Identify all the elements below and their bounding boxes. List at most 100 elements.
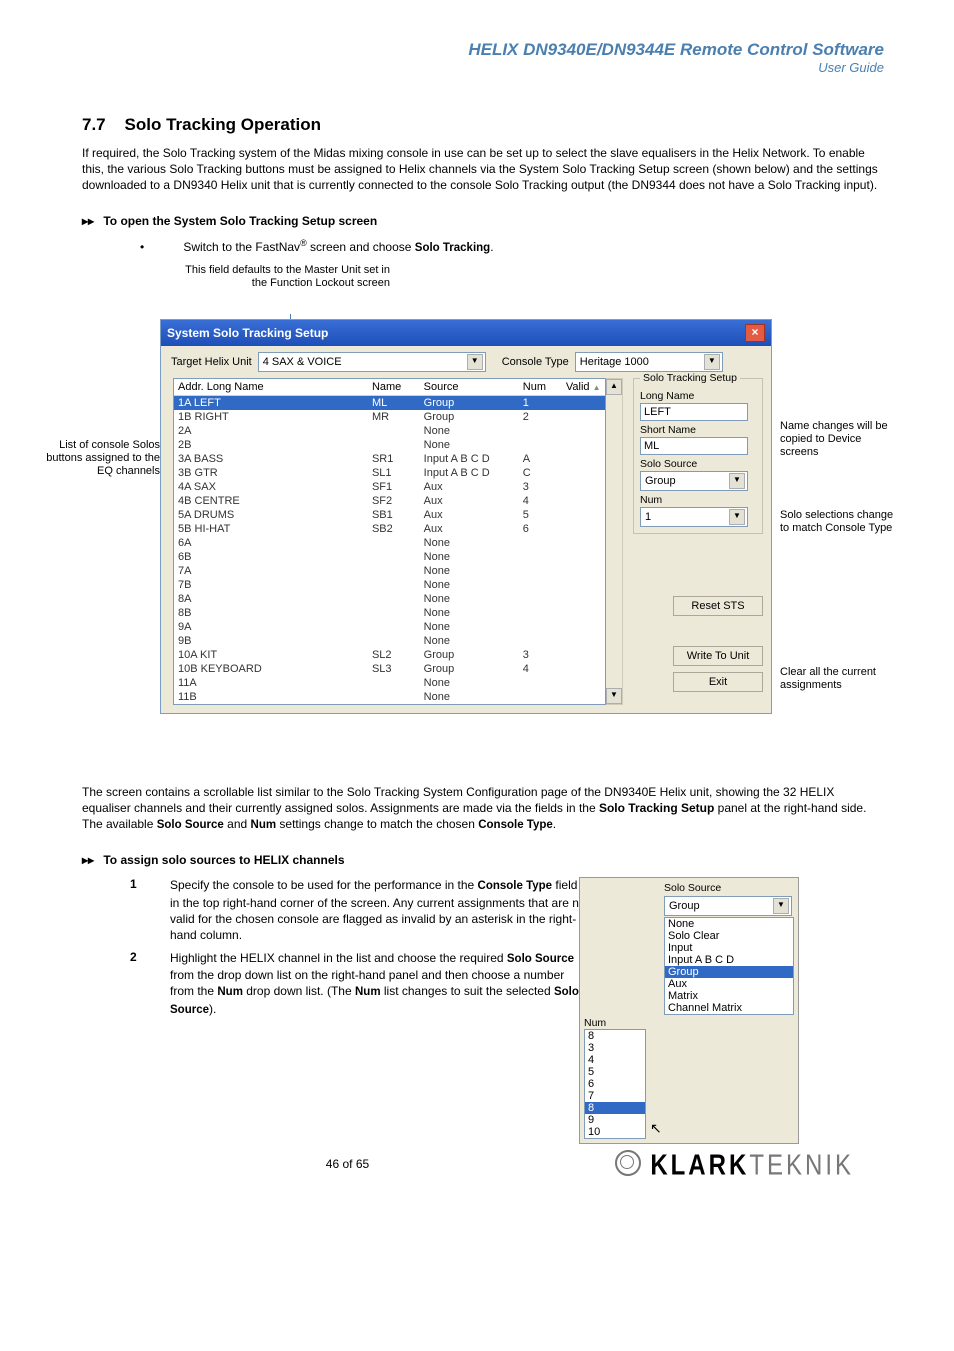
table-row[interactable]: 7BNone (174, 578, 605, 592)
callout-left: List of console Solos buttons assigned t… (40, 439, 160, 479)
table-cell: 2 (519, 410, 562, 424)
solo-source-dropdown[interactable]: Group▼ (640, 471, 748, 491)
list-item[interactable]: 6 (585, 1078, 645, 1090)
col-name[interactable]: Name (368, 379, 420, 396)
inset-ss-options[interactable]: NoneSolo ClearInputInput A B C DGroupAux… (664, 917, 794, 1015)
table-row[interactable]: 7ANone (174, 564, 605, 578)
table-cell: SB2 (368, 522, 420, 536)
table-cell (562, 648, 605, 662)
target-unit-dropdown[interactable]: 4 SAX & VOICE ▼ (258, 352, 486, 372)
table-cell (368, 438, 420, 452)
table-row[interactable]: 1B RIGHTMRGroup2 (174, 410, 605, 424)
dropdown-option[interactable]: Group (665, 966, 793, 978)
close-icon[interactable]: × (745, 324, 765, 342)
long-name-field[interactable]: LEFT (640, 403, 748, 421)
section-title: Solo Tracking Operation (125, 115, 321, 134)
inset-ss-dropdown[interactable]: Group▼ (664, 896, 792, 916)
dropdown-option[interactable]: Solo Clear (665, 930, 793, 942)
table-row[interactable]: 4B CENTRESF2Aux4 (174, 494, 605, 508)
dropdown-option[interactable]: Matrix (665, 990, 793, 1002)
dropdown-option[interactable]: Channel Matrix (665, 1002, 793, 1014)
table-cell (519, 424, 562, 438)
dropdown-option[interactable]: Input (665, 942, 793, 954)
scroll-up-icon[interactable]: ▲ (606, 379, 622, 395)
table-cell: 10A KIT (174, 648, 368, 662)
step-number: 1 (130, 877, 170, 943)
dropdown-option[interactable]: Aux (665, 978, 793, 990)
table-row[interactable]: 6BNone (174, 550, 605, 564)
target-unit-label: Target Helix Unit (171, 356, 252, 368)
table-cell (519, 550, 562, 564)
list-item[interactable]: 10 (585, 1126, 645, 1138)
table-cell: Group (420, 648, 519, 662)
list-item[interactable]: 8 (585, 1102, 645, 1114)
table-row[interactable]: 9ANone (174, 620, 605, 634)
arrow-icon: ▸▸ (82, 853, 100, 867)
solo-source-label: Solo Source (640, 458, 756, 470)
channel-grid[interactable]: Addr. Long Name Name Source Num Valid ▲ … (173, 378, 606, 705)
table-row[interactable]: 3B GTRSL1Input A B C DC (174, 466, 605, 480)
table-row[interactable]: 6A None (174, 536, 605, 550)
table-row[interactable]: 10A KITSL2Group3 (174, 648, 605, 662)
num-dropdown[interactable]: 1▼ (640, 507, 748, 527)
table-cell: 9A (174, 620, 368, 634)
console-type-dropdown[interactable]: Heritage 1000 ▼ (575, 352, 723, 372)
bullet-icon: • (140, 240, 180, 254)
table-row[interactable]: 10B KEYBOARDSL3Group4 (174, 662, 605, 676)
list-item[interactable]: 5 (585, 1066, 645, 1078)
long-name-label: Long Name (640, 390, 756, 402)
table-row[interactable]: 4A SAXSF1Aux3 (174, 480, 605, 494)
sort-up-icon: ▲ (593, 383, 601, 392)
table-cell: ML (368, 395, 420, 410)
table-row[interactable]: 8BNone (174, 606, 605, 620)
inset-num-list[interactable]: 8345678910 (584, 1029, 646, 1139)
list-item[interactable]: 4 (585, 1054, 645, 1066)
table-cell (519, 592, 562, 606)
dropdown-option[interactable]: None (665, 918, 793, 930)
table-row[interactable]: 3A BASSSR1Input A B C DA (174, 452, 605, 466)
table-row[interactable]: 9BNone (174, 634, 605, 648)
short-name-field[interactable]: ML (640, 437, 748, 455)
step-number: 2 (130, 950, 170, 1019)
exit-button[interactable]: Exit (673, 672, 763, 692)
scroll-down-icon[interactable]: ▼ (606, 688, 622, 704)
table-row[interactable]: 5A DRUMSSB1Aux5 (174, 508, 605, 522)
list-item[interactable]: 8 (585, 1030, 645, 1042)
write-to-unit-button[interactable]: Write To Unit (673, 646, 763, 666)
list-item[interactable]: 3 (585, 1042, 645, 1054)
col-addr[interactable]: Addr. Long Name (174, 379, 368, 396)
table-cell (368, 606, 420, 620)
list-item[interactable]: 7 (585, 1090, 645, 1102)
table-row[interactable]: 2ANone (174, 424, 605, 438)
table-cell: 8A (174, 592, 368, 606)
scrollbar[interactable]: ▲ ▼ (606, 378, 623, 705)
table-row[interactable]: 11ANone (174, 676, 605, 690)
table-cell: 5A DRUMS (174, 508, 368, 522)
col-num[interactable]: Num (519, 379, 562, 396)
table-cell: SL3 (368, 662, 420, 676)
table-cell (368, 676, 420, 690)
reset-sts-button[interactable]: Reset STS (673, 596, 763, 616)
dropdown-option[interactable]: Input A B C D (665, 954, 793, 966)
table-cell (519, 438, 562, 452)
col-valid[interactable]: Valid ▲ (562, 379, 605, 396)
chevron-down-icon: ▼ (704, 354, 720, 370)
table-cell: Input A B C D (420, 466, 519, 480)
callout-right2: Solo selections change to match Console … (780, 509, 900, 535)
col-source[interactable]: Source (420, 379, 519, 396)
callout-top: This field defaults to the Master Unit s… (180, 264, 390, 290)
proc2-step1: 1 Specify the console to be used for the… (130, 877, 590, 943)
solo-tracking-setup-group: Solo Tracking Setup Long Name LEFT Short… (633, 378, 763, 534)
table-row[interactable]: 1A LEFTMLGroup1 (174, 395, 605, 410)
table-cell (562, 676, 605, 690)
list-item[interactable]: 9 (585, 1114, 645, 1126)
table-row[interactable]: 8ANone (174, 592, 605, 606)
table-row[interactable]: 5B HI-HATSB2Aux6 (174, 522, 605, 536)
table-row[interactable]: 2BNone (174, 438, 605, 452)
table-cell: 3A BASS (174, 452, 368, 466)
table-cell: None (420, 536, 519, 550)
table-cell: None (420, 676, 519, 690)
table-cell: 6A (174, 536, 368, 550)
table-row[interactable]: 11BNone (174, 690, 605, 704)
table-cell: None (420, 564, 519, 578)
